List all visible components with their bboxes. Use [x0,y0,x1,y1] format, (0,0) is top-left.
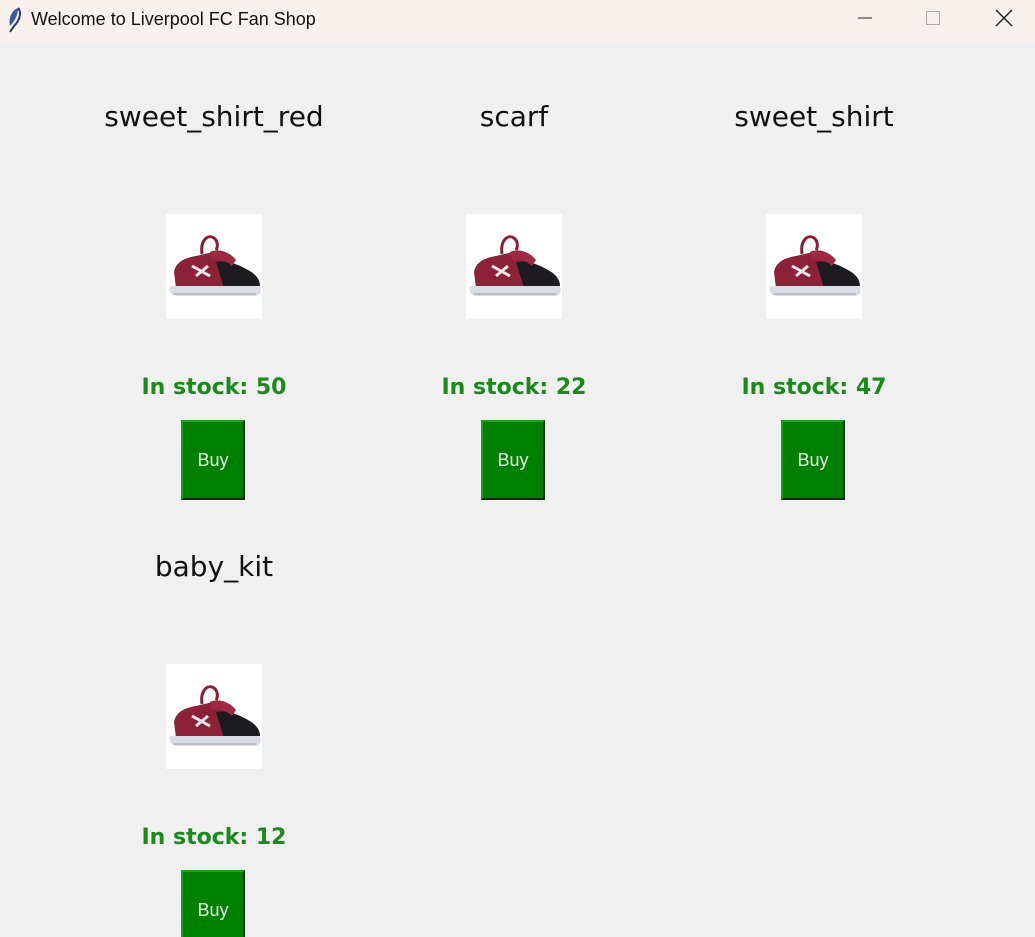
product-name: scarf [479,100,549,133]
buy-button[interactable]: Buy [481,420,545,500]
product-name: baby_kit [154,550,274,583]
minimize-button[interactable] [842,0,888,36]
minimize-icon [858,17,872,19]
buy-button[interactable]: Buy [181,420,245,500]
sneaker-image [166,214,262,319]
stock-label: In stock: 50 [141,375,287,400]
sneaker-image [166,664,262,769]
feather-icon [9,7,22,33]
stock-label: In stock: 22 [441,375,587,400]
product-card: sweet_shirt_red In stock: 50 Buy [64,42,364,500]
sneaker-image [766,214,862,319]
sneaker-image [466,214,562,319]
maximize-button[interactable] [910,0,956,36]
product-name: sweet_shirt_red [104,100,324,133]
product-card: scarf In stock: 22 Buy [364,42,664,500]
close-button[interactable] [981,0,1027,36]
stock-label: In stock: 12 [141,825,287,850]
buy-button[interactable]: Buy [181,870,245,937]
title-bar[interactable]: Welcome to Liverpool FC Fan Shop [0,0,1035,42]
product-name: sweet_shirt [734,100,894,133]
app-window: Welcome to Liverpool FC Fan Shop sweet_s… [0,0,1035,937]
maximize-icon [926,11,940,25]
product-card: baby_kit In stock: 12 Buy [64,492,364,937]
product-card: sweet_shirt In stock: 47 Buy [664,42,964,500]
window-title: Welcome to Liverpool FC Fan Shop [31,9,316,29]
buy-button[interactable]: Buy [781,420,845,500]
close-icon [995,9,1013,27]
stock-label: In stock: 47 [741,375,887,400]
